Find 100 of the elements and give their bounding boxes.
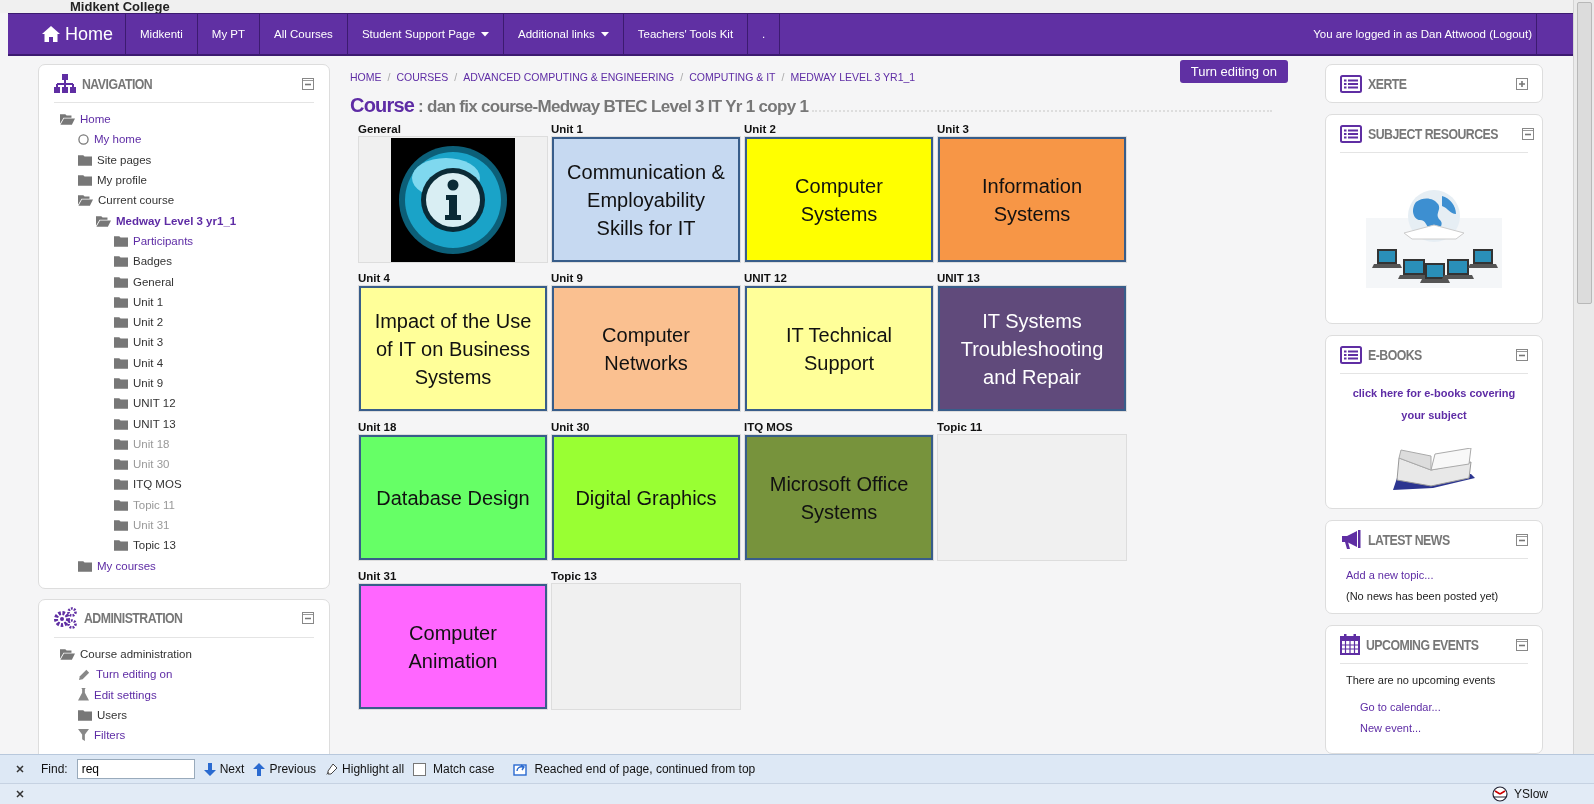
match-case-checkbox[interactable]: Match case bbox=[413, 762, 495, 777]
login-link[interactable]: You are logged in as Dan Attwood (Logout) bbox=[1313, 14, 1537, 54]
breadcrumb-link[interactable]: HOME bbox=[350, 71, 382, 83]
tree-item[interactable]: Badges bbox=[114, 251, 314, 272]
tree-item[interactable]: Medway Level 3 yr1_1 bbox=[96, 210, 314, 231]
folder-icon bbox=[114, 478, 128, 491]
tree-item[interactable]: Edit settings bbox=[78, 684, 314, 705]
scrollbar-thumb[interactable] bbox=[1577, 2, 1592, 304]
tree-item[interactable]: Unit 1 bbox=[114, 291, 314, 312]
section-label: Topic 11 bbox=[937, 420, 984, 434]
breadcrumb-link[interactable]: ADVANCED COMPUTING & ENGINEERING bbox=[463, 71, 675, 83]
folder-icon bbox=[114, 275, 128, 288]
ebooks-link[interactable]: click here for e-books covering your subject bbox=[1340, 382, 1528, 426]
section-label: Unit 2 bbox=[744, 122, 777, 136]
nav-link[interactable]: Additional links bbox=[504, 14, 624, 54]
tree-item[interactable]: Unit 9 bbox=[114, 372, 314, 394]
section-label: Unit 3 bbox=[937, 122, 970, 136]
close-icon bbox=[16, 765, 24, 774]
collapse-icon[interactable] bbox=[1521, 127, 1534, 140]
breadcrumb-link[interactable]: COMPUTING & IT bbox=[689, 71, 776, 83]
tree-item[interactable]: Home bbox=[60, 109, 314, 130]
tree-item[interactable]: UNIT 13 bbox=[114, 413, 314, 434]
pencil-icon bbox=[78, 667, 91, 681]
nav-link[interactable]: . bbox=[748, 14, 781, 54]
calendar-link[interactable]: New event... bbox=[1360, 718, 1441, 739]
collapse-icon[interactable] bbox=[1516, 533, 1528, 546]
tree-item[interactable]: My profile bbox=[78, 169, 314, 191]
tree-item[interactable]: Unit 4 bbox=[114, 352, 314, 373]
tree-item[interactable]: My home bbox=[78, 129, 314, 150]
tree-item[interactable]: Site pages bbox=[78, 149, 314, 170]
folder-icon bbox=[114, 458, 128, 471]
highlight-all-button[interactable]: Highlight all bbox=[325, 762, 405, 777]
tree-item[interactable]: Course administration bbox=[60, 643, 314, 665]
folder-icon bbox=[114, 295, 128, 308]
collapse-icon[interactable] bbox=[302, 77, 314, 90]
calendar-icon bbox=[1340, 634, 1360, 655]
list-icon bbox=[1340, 74, 1362, 93]
wrap-around-icon bbox=[513, 762, 530, 776]
calendar-link[interactable]: Go to calendar... bbox=[1360, 697, 1441, 718]
tree-item[interactable]: Topic 13 bbox=[114, 535, 314, 556]
add-topic-link[interactable]: Add a new topic... bbox=[1346, 565, 1434, 586]
tree-item[interactable]: My courses bbox=[78, 555, 314, 576]
section-tile[interactable] bbox=[937, 434, 1127, 561]
block-title: ADMINISTRATION bbox=[84, 610, 184, 627]
unit-tile[interactable]: Communication & Employability Skills for IT bbox=[552, 137, 740, 262]
turn-editing-on-button[interactable]: Turn editing on bbox=[1179, 60, 1288, 83]
nav-link[interactable]: Midkenti bbox=[126, 14, 198, 54]
collapse-icon[interactable] bbox=[302, 612, 314, 625]
block-title: NAVIGATION bbox=[82, 75, 154, 92]
yslow-button[interactable]: YSlow bbox=[1492, 786, 1548, 802]
breadcrumb-link[interactable]: COURSES bbox=[396, 71, 449, 83]
course-title: : dan fix course-Medway BTEC Level 3 IT Yr 1 copy 1 bbox=[418, 97, 809, 117]
unit-tile[interactable]: Impact of the Use of IT on Business Systems bbox=[359, 286, 547, 411]
tree-item[interactable]: Unit 2 bbox=[114, 311, 314, 333]
tree-item[interactable]: UNIT 12 bbox=[114, 393, 314, 414]
expand-icon[interactable] bbox=[1516, 77, 1528, 90]
unit-tile[interactable]: IT Technical Support bbox=[745, 286, 933, 411]
info-icon bbox=[391, 137, 515, 262]
list-icon bbox=[1340, 124, 1362, 143]
home-link[interactable]: Home bbox=[8, 14, 126, 54]
block-title: SUBJECT RESOURCES bbox=[1368, 125, 1498, 142]
tree-item[interactable]: Unit 3 bbox=[114, 332, 314, 353]
section-tile[interactable] bbox=[551, 583, 741, 710]
unit-tile[interactable]: Computer Animation bbox=[359, 584, 547, 709]
close-button[interactable] bbox=[14, 788, 26, 800]
tree-item[interactable]: General bbox=[114, 271, 314, 292]
unit-tile[interactable]: Computer Systems bbox=[745, 137, 933, 262]
scrollbar[interactable] bbox=[1573, 0, 1594, 755]
tree-item[interactable]: Users bbox=[78, 704, 314, 725]
tree-item[interactable]: Filters bbox=[78, 725, 314, 746]
list-icon bbox=[1340, 345, 1362, 364]
unit-tile[interactable]: IT Systems Troubleshooting and Repair bbox=[938, 286, 1126, 411]
tree-item[interactable]: Turn editing on bbox=[78, 664, 314, 685]
folder-icon bbox=[114, 498, 128, 511]
nav-link[interactable]: My PT bbox=[197, 14, 261, 54]
tree-item[interactable]: Current course bbox=[78, 190, 314, 211]
find-field[interactable]: req bbox=[76, 759, 195, 780]
next-button[interactable]: Next bbox=[203, 762, 245, 777]
nav-link[interactable]: Student Support Page bbox=[347, 14, 505, 54]
unit-tile[interactable]: Database Design bbox=[359, 435, 547, 560]
folder-icon bbox=[114, 437, 128, 450]
collapse-icon[interactable] bbox=[1516, 348, 1528, 361]
unit-tile[interactable]: Information Systems bbox=[938, 137, 1126, 262]
breadcrumb-separator: / bbox=[454, 71, 458, 83]
folder-icon bbox=[78, 708, 92, 721]
unit-tile[interactable]: Computer Networks bbox=[552, 286, 740, 411]
section-label: UNIT 12 bbox=[744, 271, 788, 285]
folder-icon bbox=[114, 356, 128, 369]
nav-link[interactable]: Teachers' Tools Kit bbox=[623, 14, 749, 54]
tree-item[interactable]: ITQ MOS bbox=[114, 474, 314, 495]
news-note: (No news has been posted yet) bbox=[1346, 589, 1499, 604]
breadcrumb-link[interactable]: MEDWAY LEVEL 3 YR1_1 bbox=[790, 71, 916, 83]
nav-link[interactable]: All Courses bbox=[260, 14, 348, 54]
close-icon bbox=[16, 790, 24, 798]
find-message: Reached end of page, continued from top bbox=[534, 762, 756, 777]
unit-tile[interactable]: Microsoft Office Systems bbox=[745, 435, 933, 560]
previous-button[interactable]: Previous bbox=[253, 762, 317, 777]
tree-item[interactable]: Participants bbox=[114, 230, 314, 252]
unit-tile[interactable]: Digital Graphics bbox=[552, 435, 740, 560]
collapse-icon[interactable] bbox=[1516, 638, 1528, 651]
